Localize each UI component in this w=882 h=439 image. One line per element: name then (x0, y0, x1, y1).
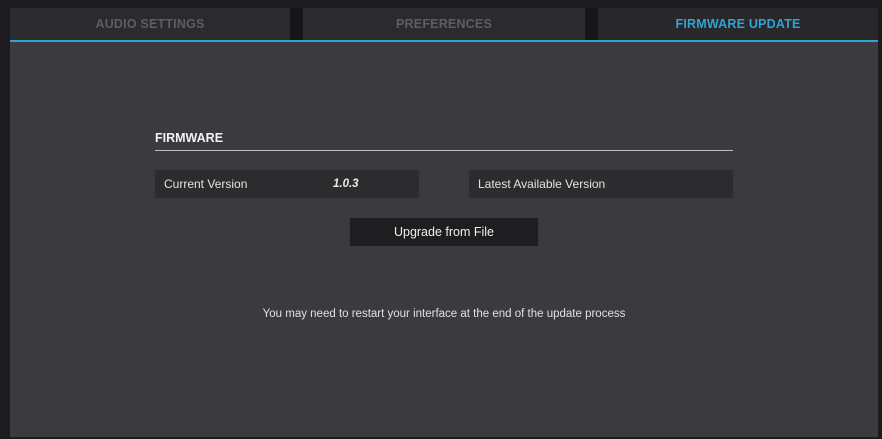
settings-tab-bar: AUDIO SETTINGS PREFERENCES FIRMWARE UPDA… (10, 8, 878, 42)
restart-notice: You may need to restart your interface a… (262, 308, 626, 320)
tab-audio-settings[interactable]: AUDIO SETTINGS (10, 8, 290, 40)
section-divider (155, 150, 733, 151)
section-title: FIRMWARE (155, 131, 224, 145)
latest-version-label: Latest Available Version (478, 177, 606, 191)
tab-preferences[interactable]: PREFERENCES (303, 8, 585, 40)
tab-separator (585, 8, 598, 40)
current-version-field: Current Version 1.0.3 (155, 170, 419, 198)
firmware-settings-window: AUDIO SETTINGS PREFERENCES FIRMWARE UPDA… (0, 0, 882, 439)
current-version-label: Current Version (164, 177, 248, 191)
tab-firmware-update[interactable]: FIRMWARE UPDATE (598, 8, 878, 40)
latest-version-field: Latest Available Version (469, 170, 733, 198)
current-version-value: 1.0.3 (333, 178, 359, 190)
tab-separator (290, 8, 303, 40)
upgrade-from-file-button[interactable]: Upgrade from File (350, 218, 538, 246)
firmware-panel: FIRMWARE Current Version 1.0.3 Latest Av… (10, 42, 878, 437)
